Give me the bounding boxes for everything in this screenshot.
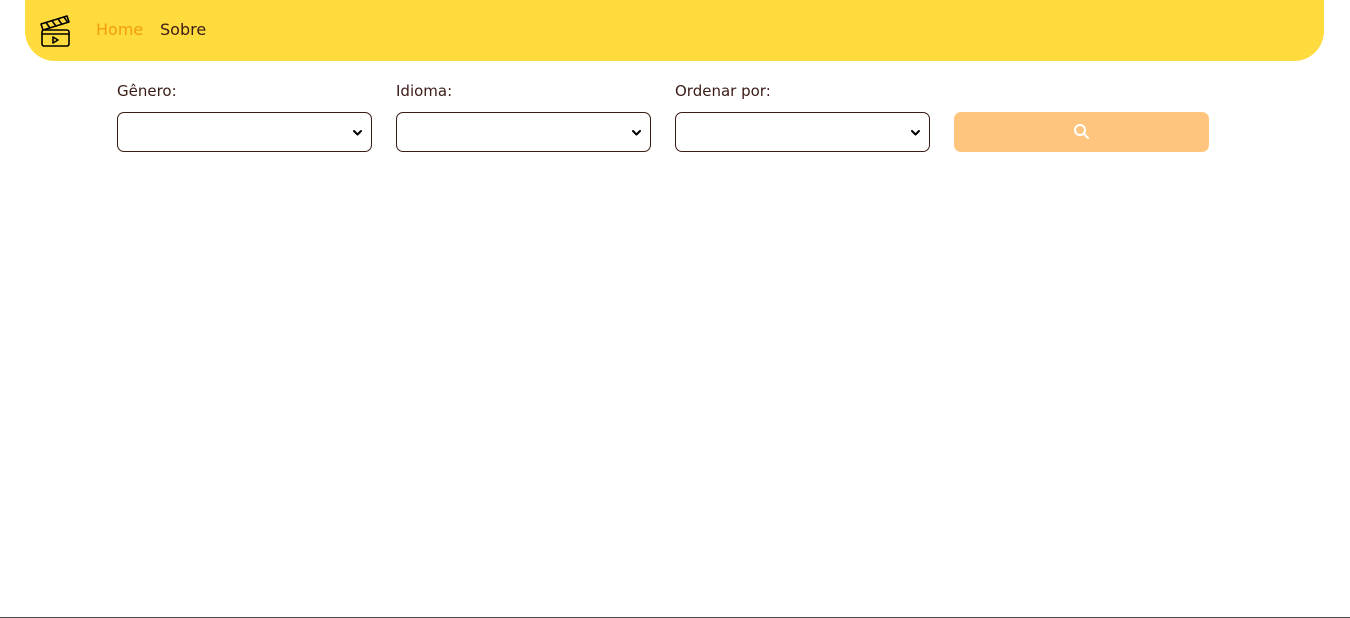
chevron-down-icon — [631, 127, 642, 138]
page: Home Sobre Gênero: Idioma: Ordenar por: — [0, 0, 1350, 618]
search-icon — [1073, 123, 1090, 140]
nav-link-sobre[interactable]: Sobre — [160, 18, 206, 42]
genre-label: Gênero: — [117, 82, 177, 100]
navbar: Home Sobre — [25, 0, 1324, 61]
chevron-down-icon — [910, 127, 921, 138]
sort-label: Ordenar por: — [675, 82, 771, 100]
genre-select[interactable] — [117, 112, 372, 152]
chevron-down-icon — [352, 127, 363, 138]
language-select[interactable] — [396, 112, 651, 152]
film-clapperboard-icon[interactable] — [38, 12, 72, 49]
nav-link-home[interactable]: Home — [96, 18, 143, 42]
language-label: Idioma: — [396, 82, 453, 100]
sort-select[interactable] — [675, 112, 930, 152]
search-button[interactable] — [954, 112, 1209, 152]
